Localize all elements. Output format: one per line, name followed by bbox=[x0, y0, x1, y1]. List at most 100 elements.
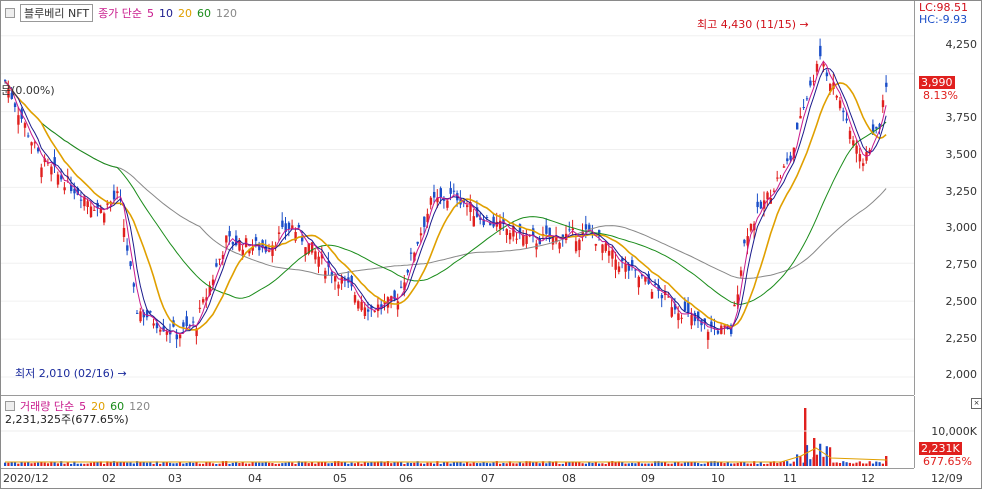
legend-square-icon[interactable] bbox=[5, 401, 15, 411]
price-tick: 4,250 bbox=[945, 38, 978, 51]
candle-body bbox=[743, 239, 746, 244]
candle-body bbox=[568, 229, 571, 231]
volume-bar bbox=[842, 461, 845, 466]
candle-body bbox=[766, 192, 769, 200]
volume-axis[interactable]: × 10,000K 2,231K 677.65% bbox=[914, 396, 982, 468]
volume-bar bbox=[667, 463, 670, 466]
volume-bar bbox=[479, 463, 482, 466]
candle-body bbox=[885, 82, 888, 87]
volume-bar bbox=[37, 462, 40, 466]
candle-body bbox=[13, 103, 17, 107]
volume-bar bbox=[383, 461, 386, 466]
candle-body bbox=[855, 145, 858, 154]
volume-bar bbox=[862, 463, 865, 466]
candle-body bbox=[584, 224, 588, 230]
candle-body bbox=[86, 201, 89, 207]
volume-bar bbox=[317, 461, 320, 466]
candle-body bbox=[809, 80, 812, 86]
price-panel[interactable]: 블루베리 NFT 종가 단순 5 10 20 60 120 문(0.00%) 최… bbox=[1, 1, 914, 396]
high-label: 최고 4,430 (11/15) bbox=[697, 18, 797, 31]
candle-body bbox=[838, 100, 842, 109]
x-tick: 07 bbox=[481, 472, 495, 485]
x-tick: 10 bbox=[711, 472, 725, 485]
volume-bar bbox=[413, 462, 416, 466]
candle-body bbox=[786, 158, 789, 162]
candle-body bbox=[254, 237, 258, 241]
volume-bar bbox=[419, 463, 422, 466]
volume-bar bbox=[782, 461, 785, 466]
candle-body bbox=[241, 249, 244, 255]
volume-bar bbox=[456, 462, 459, 466]
volume-pct: 677.65% bbox=[923, 455, 972, 468]
candle-body bbox=[571, 228, 574, 231]
volume-bar bbox=[482, 462, 485, 466]
volume-bar bbox=[535, 462, 538, 466]
candle-body bbox=[812, 80, 815, 82]
candle-body bbox=[136, 312, 139, 314]
volume-bar bbox=[357, 462, 360, 466]
volume-bar bbox=[502, 462, 505, 466]
candle-body bbox=[845, 118, 848, 121]
volume-bar bbox=[83, 463, 86, 466]
volume-bar bbox=[367, 462, 370, 466]
volume-current-badge: 2,231K bbox=[919, 442, 962, 455]
volume-bar bbox=[799, 456, 802, 466]
candle-body bbox=[842, 110, 845, 113]
volume-bar bbox=[261, 462, 264, 466]
candle-body bbox=[297, 224, 301, 228]
candle-body bbox=[291, 225, 294, 229]
candle-body bbox=[89, 206, 93, 218]
volume-bar bbox=[175, 463, 178, 466]
price-chart bbox=[1, 35, 914, 378]
volume-bar bbox=[499, 463, 502, 466]
close-icon[interactable]: × bbox=[971, 398, 982, 409]
volume-bar bbox=[489, 463, 492, 466]
volume-bar bbox=[277, 463, 281, 466]
candle-body bbox=[677, 313, 680, 321]
candle-body bbox=[277, 232, 281, 234]
volume-bar bbox=[875, 461, 878, 466]
volume-bar bbox=[248, 463, 251, 466]
volume-bar bbox=[683, 462, 686, 466]
ma-label: 종가 단순 bbox=[98, 7, 143, 20]
candle-body bbox=[182, 322, 185, 327]
volume-bar bbox=[185, 462, 188, 466]
ma20-line bbox=[4, 80, 887, 331]
volume-bar bbox=[763, 463, 766, 466]
x-tick: 05 bbox=[333, 472, 347, 485]
candle-body bbox=[825, 72, 829, 77]
candle-body bbox=[756, 201, 759, 208]
candle-body bbox=[624, 263, 627, 272]
volume-bar bbox=[40, 462, 43, 466]
candle-body bbox=[40, 167, 43, 178]
volume-bar bbox=[7, 462, 10, 466]
volume-bar bbox=[809, 459, 812, 466]
candle-body bbox=[433, 191, 436, 198]
price-legend: 블루베리 NFT 종가 단순 5 10 20 60 120 bbox=[5, 4, 237, 22]
price-tick: 3,250 bbox=[945, 185, 978, 198]
x-tick: 03 bbox=[168, 472, 182, 485]
legend-square-icon[interactable] bbox=[5, 8, 15, 18]
candle-body bbox=[340, 277, 343, 284]
volume-bar bbox=[198, 463, 201, 466]
candle-body bbox=[604, 243, 607, 251]
candle-body bbox=[759, 201, 763, 209]
volume-bar bbox=[588, 462, 591, 466]
candle-body bbox=[466, 205, 469, 208]
volume-bar bbox=[664, 461, 667, 466]
volume-bar bbox=[178, 462, 182, 466]
volume-bar bbox=[598, 463, 601, 466]
stock-name[interactable]: 블루베리 NFT bbox=[20, 4, 94, 22]
volume-bar bbox=[284, 462, 287, 466]
volume-bar bbox=[673, 462, 677, 466]
price-axis[interactable]: LC:98.51 HC:-9.93 4,250 3,750 3,500 3,25… bbox=[914, 1, 981, 395]
ref-pct: (0.00%) bbox=[11, 84, 55, 97]
candle-body bbox=[152, 323, 155, 326]
price-tick: 3,000 bbox=[945, 221, 978, 234]
candle-body bbox=[129, 261, 132, 267]
candle-body bbox=[852, 140, 855, 146]
candle-body bbox=[103, 213, 106, 223]
volume-panel[interactable]: 거래량 단순 5 20 60 120 2,231,325주(677.65%) bbox=[1, 396, 914, 469]
volume-bar bbox=[700, 463, 703, 466]
candle-body bbox=[373, 311, 376, 313]
